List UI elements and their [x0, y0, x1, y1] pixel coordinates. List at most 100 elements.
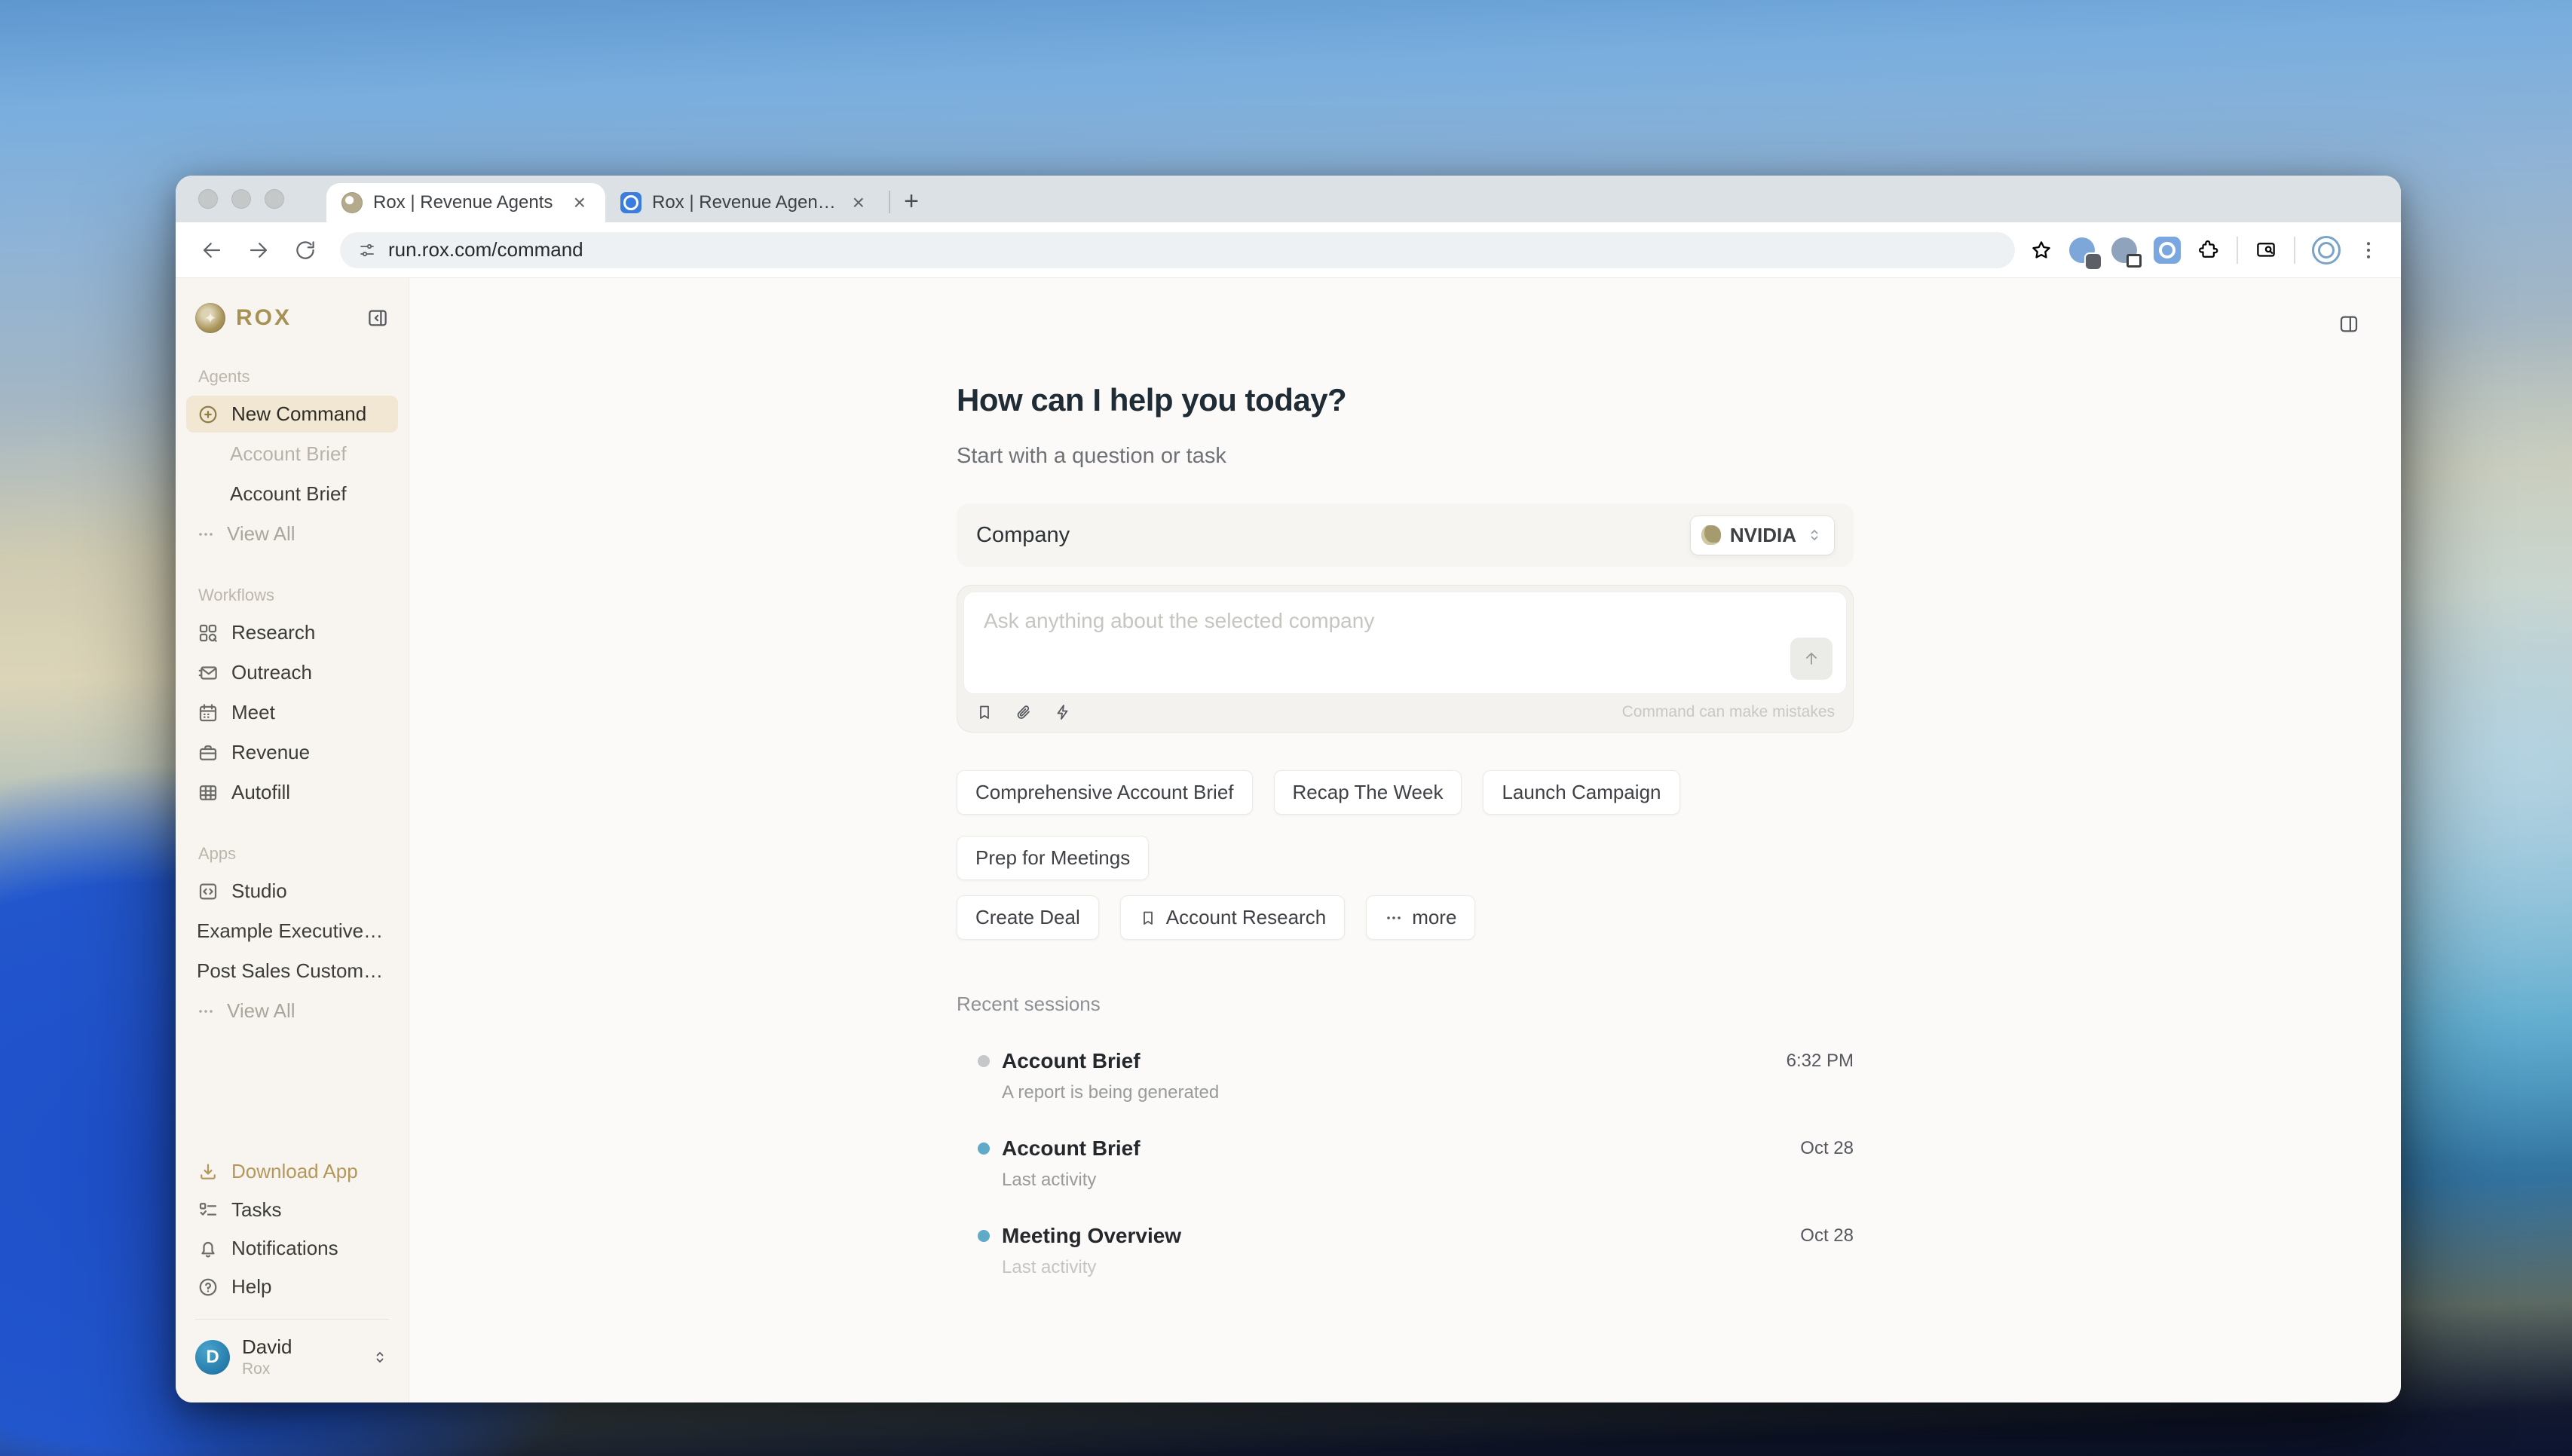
agents-section-label: Agents — [176, 367, 409, 387]
lightning-icon[interactable] — [1054, 703, 1072, 721]
sidebar-item-label: Notifications — [231, 1237, 338, 1260]
send-button[interactable] — [1790, 638, 1833, 680]
company-label: Company — [976, 523, 1070, 548]
new-command-icon — [197, 403, 219, 426]
sidebar-item-label: Help — [231, 1275, 271, 1298]
tab-rox-active[interactable]: Rox | Revenue Agents × — [326, 183, 605, 222]
bookmark-star-icon[interactable] — [2030, 239, 2053, 262]
sidebar-collapse-button[interactable] — [366, 307, 389, 329]
extension-lock-icon[interactable] — [2111, 237, 2137, 263]
right-panel-toggle-button[interactable] — [2338, 313, 2360, 339]
sidebar-item-example-executive[interactable]: Example Executive D... — [186, 913, 398, 950]
chip-launch-campaign[interactable]: Launch Campaign — [1483, 770, 1679, 815]
window-controls — [198, 189, 284, 209]
panel-icon — [2338, 313, 2360, 335]
extension-icon-1[interactable] — [2069, 237, 2095, 263]
sidebar-item-help[interactable]: Help — [186, 1268, 398, 1305]
command-content: How can I help you today? Start with a q… — [957, 278, 1854, 1278]
close-tab-icon[interactable]: × — [848, 191, 869, 215]
sidebar-item-account-brief[interactable]: Account Brief — [186, 476, 398, 512]
session-status-dot — [978, 1142, 990, 1155]
composer-card: Command can make mistakes — [957, 585, 1854, 733]
page-title: How can I help you today? — [957, 382, 1854, 418]
close-tab-icon[interactable]: × — [569, 191, 590, 215]
user-profile[interactable]: D David Rox — [176, 1330, 409, 1384]
collapse-panel-icon — [366, 307, 389, 329]
sidebar-item-label: Meet — [231, 701, 275, 724]
bell-icon — [197, 1237, 219, 1260]
bookmark-icon[interactable] — [975, 703, 994, 721]
sidebar-item-label: Tasks — [231, 1198, 281, 1222]
browser-profile-avatar[interactable] — [2312, 236, 2341, 265]
sidebar-item-label: Post Sales Customer ... — [197, 959, 387, 983]
chip-account-research[interactable]: Account Research — [1120, 895, 1345, 940]
brand-row: ROX — [176, 301, 409, 335]
attachment-icon[interactable] — [1015, 703, 1033, 721]
chip-prep-for-meetings[interactable]: Prep for Meetings — [957, 836, 1149, 880]
chip-label: Comprehensive Account Brief — [975, 781, 1234, 804]
tab-strip: Rox | Revenue Agents × Rox | Revenue Age… — [176, 176, 2401, 222]
session-row[interactable]: Account Brief Oct 28 Last activity — [957, 1136, 1854, 1191]
rox-logo-icon — [195, 303, 225, 333]
session-subtitle: Last activity — [1002, 1170, 1854, 1191]
browser-toolbar: run.rox.com/command — [176, 222, 2401, 278]
forward-button[interactable] — [239, 231, 278, 270]
sidebar-item-studio[interactable]: Studio — [186, 873, 398, 910]
close-window-button[interactable] — [198, 189, 218, 209]
ellipsis-icon — [1385, 909, 1403, 927]
command-input[interactable] — [984, 609, 1700, 677]
chip-recap-the-week[interactable]: Recap The Week — [1274, 770, 1462, 815]
chip-label: Recap The Week — [1293, 781, 1444, 804]
sidebar-item-notifications[interactable]: Notifications — [186, 1230, 398, 1267]
minimize-window-button[interactable] — [231, 189, 251, 209]
app-favicon — [620, 192, 641, 213]
chip-label: Create Deal — [975, 906, 1080, 929]
session-row[interactable]: Account Brief 6:32 PM A report is being … — [957, 1049, 1854, 1103]
sidebar-item-research[interactable]: Research — [186, 614, 398, 651]
reload-button[interactable] — [286, 231, 325, 270]
selector-chevrons — [1805, 526, 1823, 544]
code-icon — [197, 880, 219, 903]
page-subtitle: Start with a question or task — [957, 444, 1854, 469]
sidebar-view-all-apps[interactable]: View All — [186, 993, 398, 1029]
back-button[interactable] — [192, 231, 231, 270]
sidebar-item-outreach[interactable]: Outreach — [186, 654, 398, 691]
tab-rox-second[interactable]: Rox | Revenue Agents - 27 O × — [605, 183, 884, 222]
sidebar-item-post-sales[interactable]: Post Sales Customer ... — [186, 953, 398, 990]
forward-arrow-icon — [247, 239, 270, 262]
chip-more[interactable]: more — [1366, 895, 1475, 940]
grid-icon — [197, 622, 219, 644]
browser-window: Rox | Revenue Agents × Rox | Revenue Age… — [176, 176, 2401, 1402]
new-tab-button[interactable]: + — [895, 185, 928, 218]
sidebar-item-new-command[interactable]: New Command — [186, 396, 398, 433]
view-all-label: View All — [227, 522, 295, 546]
sidebar-item-account-brief-pending[interactable]: Account Brief — [186, 436, 398, 473]
extension-icon-2[interactable] — [2154, 237, 2181, 264]
sidebar-item-meet[interactable]: Meet — [186, 694, 398, 731]
tab-title: Rox | Revenue Agents — [373, 192, 559, 213]
sidebar-item-label: Research — [231, 621, 315, 644]
menu-dots-icon[interactable] — [2357, 239, 2380, 262]
user-menu-chevrons[interactable] — [371, 1348, 389, 1366]
side-panel-search-icon[interactable] — [2255, 239, 2277, 262]
sidebar-item-revenue[interactable]: Revenue — [186, 734, 398, 771]
chip-create-deal[interactable]: Create Deal — [957, 895, 1099, 940]
chip-comprehensive-account-brief[interactable]: Comprehensive Account Brief — [957, 770, 1253, 815]
sidebar-item-label: Download App — [231, 1160, 358, 1183]
composer-input-area — [963, 592, 1847, 694]
sidebar-item-tasks[interactable]: Tasks — [186, 1191, 398, 1228]
sidebar-item-autofill[interactable]: Autofill — [186, 774, 398, 811]
sidebar-item-label: New Command — [231, 402, 366, 426]
session-time: 6:32 PM — [1787, 1051, 1854, 1072]
zoom-window-button[interactable] — [265, 189, 284, 209]
address-bar[interactable]: run.rox.com/command — [340, 232, 2015, 268]
site-settings-icon[interactable] — [358, 241, 376, 259]
apps-section-label: Apps — [176, 844, 409, 864]
sidebar-item-download-app[interactable]: Download App — [186, 1153, 398, 1190]
sidebar-view-all-agents[interactable]: View All — [186, 515, 398, 552]
company-selected-value: NVIDIA — [1730, 524, 1796, 547]
company-selector[interactable]: NVIDIA — [1691, 516, 1834, 555]
extensions-puzzle-icon[interactable] — [2197, 239, 2220, 262]
session-row[interactable]: Meeting Overview Oct 28 Last activity — [957, 1224, 1854, 1278]
reload-icon — [294, 239, 317, 262]
